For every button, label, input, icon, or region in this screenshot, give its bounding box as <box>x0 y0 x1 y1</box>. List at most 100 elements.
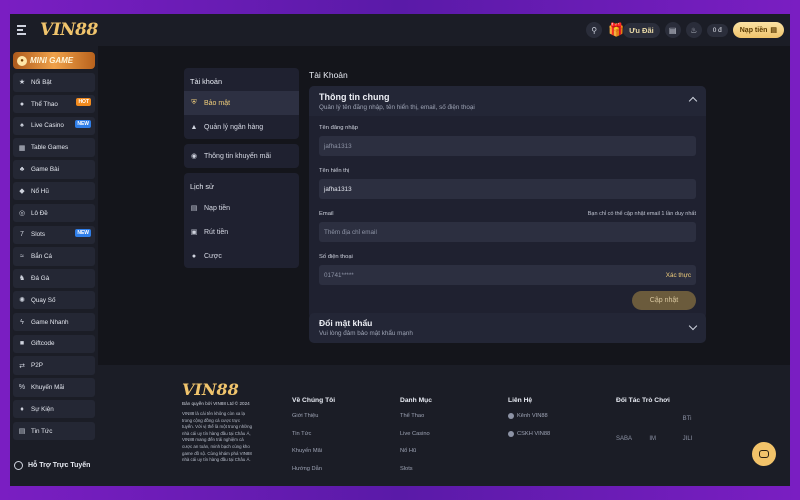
history-card: Lịch sử ▤ Nạp tiền ▣ Rút tiền ● Cược <box>184 173 299 268</box>
table-icon: ▦ <box>18 144 26 152</box>
wallet-icon[interactable]: ▤ <box>664 22 681 38</box>
live-chat-button[interactable] <box>752 442 776 466</box>
sidebar-item[interactable]: ● Thể Thao HOT <box>13 94 95 114</box>
sidebar-item-label: Khuyến Mãi <box>31 383 65 391</box>
general-info-panel: Thông tin chung Quản lý tên đăng nhập, t… <box>309 86 706 319</box>
sidebar-item[interactable]: ★ Nổi Bật <box>13 73 95 92</box>
page-title: Tài Khoản <box>309 70 348 80</box>
sidebar-item[interactable]: ♣ Game Bài <box>13 160 95 179</box>
general-info-body: Tên đăng nhập jafha1313 Tên hiển thị jaf… <box>309 116 706 319</box>
menu-item-bets[interactable]: ● Cược <box>184 244 299 268</box>
mini-game-label: MINI GAME <box>30 56 74 65</box>
sidebar-item-label: Tin Tức <box>31 427 53 435</box>
sidebar-item-label: Sự Kiện <box>31 405 54 413</box>
app-window: VIN88 ⚲ 🎁 Ưu Đãi ▤ ♨ 0 đ Nạp tiền ▤ ● MI… <box>10 14 790 486</box>
sidebar-item[interactable]: ϟ Game Nhanh <box>13 312 95 332</box>
footer-categories: Danh Mục Thể Thao Live Casino Nổ Hũ Slot… <box>400 397 432 483</box>
wheel-icon: ✺ <box>19 297 25 305</box>
change-password-title: Đổi mật khẩu <box>319 318 373 328</box>
partner-logo <box>616 413 649 425</box>
sidebar-item[interactable]: ◆ Nổ Hũ <box>13 181 95 201</box>
menu-item-label: Quản lý ngân hàng <box>204 123 264 131</box>
sidebar-item-label: Lô Đề <box>31 209 48 217</box>
sidebar-item-label: Table Games <box>31 144 69 152</box>
footer-link-channel[interactable]: Kênh VIN88 <box>508 413 550 419</box>
chat-icon <box>759 450 769 458</box>
footer-link[interactable]: Slots <box>400 466 432 472</box>
menu-item-bank[interactable]: ▲ Quản lý ngân hàng <box>184 115 299 139</box>
menu-item-security[interactable]: ⛨ Bảo mật <box>184 91 299 115</box>
support-label: Hỗ Trợ Trực Tuyến <box>28 462 91 469</box>
menu-item-label: Rút tiền <box>204 228 229 236</box>
footer-categories-title: Danh Mục <box>400 397 432 404</box>
sidebar-item[interactable]: ◎ Lô Đề <box>13 203 95 223</box>
footer-link[interactable]: Khuyến Mãi <box>292 448 335 454</box>
menu-icon[interactable] <box>17 25 27 35</box>
footer-about-title: Về Chúng Tôi <box>292 397 336 404</box>
slots-icon: 7 <box>20 231 24 239</box>
footer-link[interactable]: Thể Thao <box>400 413 432 419</box>
sidebar-item[interactable]: % Khuyến Mãi <box>13 378 95 397</box>
sidebar-item[interactable]: ≈ Bắn Cá <box>13 247 95 266</box>
menu-item-label: Nạp tiền <box>204 204 231 212</box>
promo-button[interactable]: 🎁 Ưu Đãi <box>607 21 660 39</box>
sidebar-item[interactable]: ♦ Sự Kiện <box>13 399 95 419</box>
support-link[interactable]: Hỗ Trợ Trực Tuyến <box>14 461 90 470</box>
email-note: Bạn chỉ có thể cập nhật email 1 lần duy … <box>587 211 696 217</box>
sidebar-item[interactable]: 7 Slots NEW <box>13 225 95 245</box>
phone-field: 01741***** Xác thực <box>319 265 696 285</box>
footer-description: VIN88 là cái tên không còn xa lạ trong c… <box>182 411 253 463</box>
footer-link-support[interactable]: CSKH VIN88 <box>508 430 550 437</box>
sidebar-item[interactable]: ▤ Tin Tức <box>13 421 95 441</box>
general-info-header[interactable]: Thông tin chung Quản lý tên đăng nhập, t… <box>309 86 706 116</box>
sidebar-item[interactable]: ✺ Quay Số <box>13 290 95 310</box>
history-card-title: Lịch sử <box>190 182 214 191</box>
bell-icon[interactable]: ♨ <box>685 22 702 38</box>
mini-game-button[interactable]: ● MINI GAME <box>13 52 95 69</box>
menu-item-label: Thông tin khuyến mãi <box>204 152 271 160</box>
general-info-title: Thông tin chung <box>319 92 390 102</box>
verify-link[interactable]: Xác thực <box>666 272 691 279</box>
telegram-icon <box>508 430 514 437</box>
wallet-small-icon: ▤ <box>770 27 777 34</box>
sidebar-item-label: Giftcode <box>31 340 55 348</box>
sidebar-item[interactable]: ♞ Đá Gà <box>13 269 95 288</box>
sidebar-item[interactable]: ♠ Live Casino NEW <box>13 116 95 136</box>
general-info-subtitle: Quản lý tên đăng nhập, tên hiển thị, ema… <box>319 104 475 111</box>
search-icon[interactable]: ⚲ <box>586 22 603 38</box>
change-password-panel[interactable]: Đổi mật khẩu Vui lòng đảm bảo mật khẩu m… <box>309 313 706 343</box>
update-button[interactable]: Cập nhật <box>632 291 696 310</box>
sidebar: ● MINI GAME ★ Nổi Bật ● Thể Thao HOT ♠ Live Ca… <box>10 46 98 486</box>
sidebar-item[interactable]: ▦ Table Games <box>13 138 95 157</box>
partner-logo: IM <box>649 436 656 442</box>
badge-new: NEW <box>75 119 91 128</box>
header-actions: ⚲ 🎁 Ưu Đãi ▤ ♨ 0 đ Nạp tiền ▤ <box>586 21 784 39</box>
menu-item-withdraw[interactable]: ▣ Rút tiền <box>184 220 299 244</box>
footer: VIN88 Bản quyền bởi VIN88 Ltd © 2024 VIN… <box>98 365 790 486</box>
footer-logo: VIN88 <box>182 380 239 399</box>
username-label: Tên đăng nhập <box>319 125 359 131</box>
lottery-icon: ◎ <box>18 210 26 218</box>
deposit-label: Nạp tiền <box>739 26 768 34</box>
balance-display[interactable]: 0 đ <box>706 23 728 37</box>
deposit-button[interactable]: Nạp tiền ▤ <box>732 22 784 38</box>
menu-item-promo-info[interactable]: ◉ Thông tin khuyến mãi <box>184 144 299 168</box>
footer-link[interactable]: Nổ Hũ <box>400 448 432 454</box>
footer-about: Về Chúng Tôi Giới Thiệu Tin Tức Khuyến M… <box>292 397 335 483</box>
display-name-input[interactable]: jafha1313 <box>319 179 696 199</box>
event-icon: ♦ <box>20 405 24 413</box>
email-input[interactable]: Thêm địa chỉ email <box>319 222 696 242</box>
promo-label: Ưu Đãi <box>623 22 660 38</box>
footer-link[interactable]: Live Casino <box>400 431 432 437</box>
sidebar-item-label: Nổ Hũ <box>31 187 49 195</box>
news-icon: ▤ <box>18 428 26 435</box>
sidebar-item[interactable]: ■ Giftcode <box>13 334 95 354</box>
footer-link[interactable]: Giới Thiệu <box>292 413 335 419</box>
footer-link[interactable]: Hướng Dẫn <box>292 466 335 472</box>
partner-logo: BTi <box>682 416 692 422</box>
site-logo[interactable]: VIN88 <box>40 20 98 40</box>
cards-icon: ♣ <box>19 165 25 173</box>
footer-link[interactable]: Tin Tức <box>292 431 335 437</box>
sidebar-item[interactable]: ⇄ P2P <box>13 356 95 375</box>
menu-item-deposit[interactable]: ▤ Nạp tiền <box>184 196 299 220</box>
